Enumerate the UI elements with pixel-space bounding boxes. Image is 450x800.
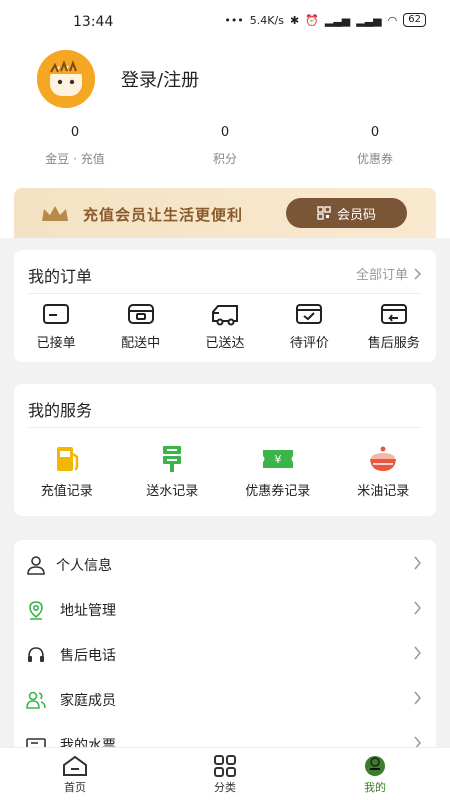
- menu-item-family[interactable]: 家庭成员: [14, 677, 436, 722]
- member-banner[interactable]: 充值会员让生活更便利 会员码: [14, 188, 436, 238]
- chevron-right-icon: [414, 601, 421, 615]
- family-icon: [26, 691, 46, 709]
- headset-icon: [28, 647, 44, 662]
- stat-gold-beans[interactable]: 0 金豆 · 充值: [25, 125, 125, 167]
- water-icon: [163, 446, 182, 472]
- coupon-icon: ¥: [262, 450, 293, 468]
- menu-item-label: 个人信息: [56, 557, 112, 574]
- menu-item-address[interactable]: 地址管理: [14, 587, 436, 632]
- service-recharge-records[interactable]: 充值记录: [17, 444, 117, 499]
- stat-label: 金豆 · 充值: [45, 152, 105, 166]
- wifi-icon: ◠: [387, 13, 398, 27]
- order-status-row: 已接单 配送中 已送达 待评价 售后服务: [14, 302, 436, 351]
- qrcode-icon: [317, 206, 331, 220]
- tab-label: 我的: [364, 781, 386, 794]
- stat-value: 0: [370, 125, 380, 140]
- order-accepted-label: 已接单: [36, 336, 76, 351]
- order-to-review-label: 待评价: [289, 336, 329, 351]
- menu-card: 个人信息 地址管理 售后电话 家庭成员 我的水票: [14, 540, 436, 755]
- truck-icon: [211, 305, 238, 326]
- divider: [28, 427, 422, 428]
- avatar[interactable]: [37, 50, 95, 108]
- return-icon: [380, 304, 407, 324]
- svg-text:¥: ¥: [274, 453, 281, 466]
- menu-item-label: 地址管理: [60, 602, 116, 619]
- box-icon: [127, 304, 154, 324]
- stat-value: 0: [70, 125, 80, 140]
- divider: [28, 293, 422, 294]
- network-speed: 5.4K/s: [249, 13, 284, 27]
- chevron-right-icon: [414, 646, 421, 660]
- order-to-review[interactable]: 待评价: [269, 302, 349, 351]
- card-icon: [43, 304, 70, 324]
- bottom-tab-bar: 首页 分类 我的: [0, 747, 450, 800]
- order-delivered-label: 已送达: [205, 336, 245, 351]
- login-register-link[interactable]: 登录/注册: [121, 66, 199, 92]
- member-code-button[interactable]: 会员码: [286, 198, 407, 228]
- menu-item-personal-info[interactable]: 个人信息: [14, 542, 436, 587]
- person-icon: [27, 556, 45, 575]
- menu-item-label: 家庭成员: [60, 692, 116, 709]
- order-after-sales[interactable]: 售后服务: [354, 302, 434, 351]
- service-coupon-label: 优惠券记录: [245, 484, 311, 499]
- services-card: 我的服务 充值记录 送水记录 ¥ 优惠券记录 米油记录: [14, 384, 436, 516]
- chevron-right-icon: [414, 556, 421, 570]
- tab-label: 分类: [214, 781, 236, 794]
- signal-icon: ▂▃▅: [324, 13, 351, 27]
- service-coupon-records[interactable]: ¥ 优惠券记录: [228, 444, 328, 499]
- stat-label: 积分: [212, 152, 237, 166]
- fuel-icon: [56, 447, 78, 471]
- bluetooth-icon: ✱: [289, 13, 300, 27]
- order-after-sales-label: 售后服务: [367, 336, 420, 351]
- tab-mine[interactable]: 我的: [325, 748, 425, 800]
- chevron-right-icon: [414, 691, 421, 705]
- profile-icon: [365, 756, 385, 776]
- order-delivering[interactable]: 配送中: [101, 302, 181, 351]
- signal-2-icon: ▂▃▅: [356, 13, 382, 27]
- tab-category[interactable]: 分类: [175, 748, 275, 800]
- stat-value: 0: [220, 125, 230, 140]
- status-bar: 13:44 ••• 5.4K/s ✱ ⏰ ▂▃▅ ▂▃▅ ◠ 62: [0, 0, 450, 42]
- all-orders-link[interactable]: 全部订单: [356, 264, 422, 283]
- all-orders-label: 全部订单: [355, 268, 408, 283]
- dots-icon: •••: [224, 13, 244, 27]
- alarm-icon: ⏰: [305, 13, 319, 27]
- home-icon: [63, 755, 87, 776]
- stat-coupons[interactable]: 0 优惠券: [325, 125, 425, 167]
- orders-title: 我的订单: [28, 267, 93, 286]
- service-water-label: 送水记录: [146, 484, 199, 499]
- order-delivering-label: 配送中: [121, 336, 161, 351]
- stat-points[interactable]: 0 积分: [175, 125, 275, 167]
- services-title: 我的服务: [28, 401, 93, 420]
- tab-label: 首页: [64, 781, 86, 794]
- status-icons: ••• 5.4K/s ✱ ⏰ ▂▃▅ ▂▃▅ ◠ 62: [224, 13, 426, 27]
- service-rice-oil-records[interactable]: 米油记录: [333, 444, 433, 499]
- review-icon: [296, 304, 323, 324]
- orders-card: 我的订单 全部订单 已接单 配送中 已送达 待评价 售后服务: [14, 250, 436, 362]
- stat-label: 优惠券: [356, 152, 393, 166]
- rice-bowl-icon: [370, 446, 397, 471]
- tab-home[interactable]: 首页: [25, 748, 125, 800]
- menu-item-after-sales-phone[interactable]: 售后电话: [14, 632, 436, 677]
- service-rice-oil-label: 米油记录: [357, 484, 410, 499]
- grid-icon: [214, 755, 236, 777]
- battery-icon: 62: [403, 13, 426, 27]
- order-delivered[interactable]: 已送达: [185, 302, 265, 351]
- menu-item-label: 售后电话: [60, 647, 116, 664]
- service-recharge-label: 充值记录: [40, 484, 93, 499]
- member-code-label: 会员码: [336, 207, 376, 223]
- avatar-face-icon: [37, 50, 95, 108]
- services-row: 充值记录 送水记录 ¥ 优惠券记录 米油记录: [14, 444, 436, 499]
- status-time: 13:44: [73, 14, 114, 30]
- member-promo-text: 充值会员让生活更便利: [83, 206, 244, 224]
- crown-icon: [42, 206, 68, 221]
- order-accepted[interactable]: 已接单: [16, 302, 96, 351]
- chevron-right-icon: [414, 267, 422, 280]
- location-icon: [29, 601, 43, 620]
- service-water-records[interactable]: 送水记录: [122, 444, 222, 499]
